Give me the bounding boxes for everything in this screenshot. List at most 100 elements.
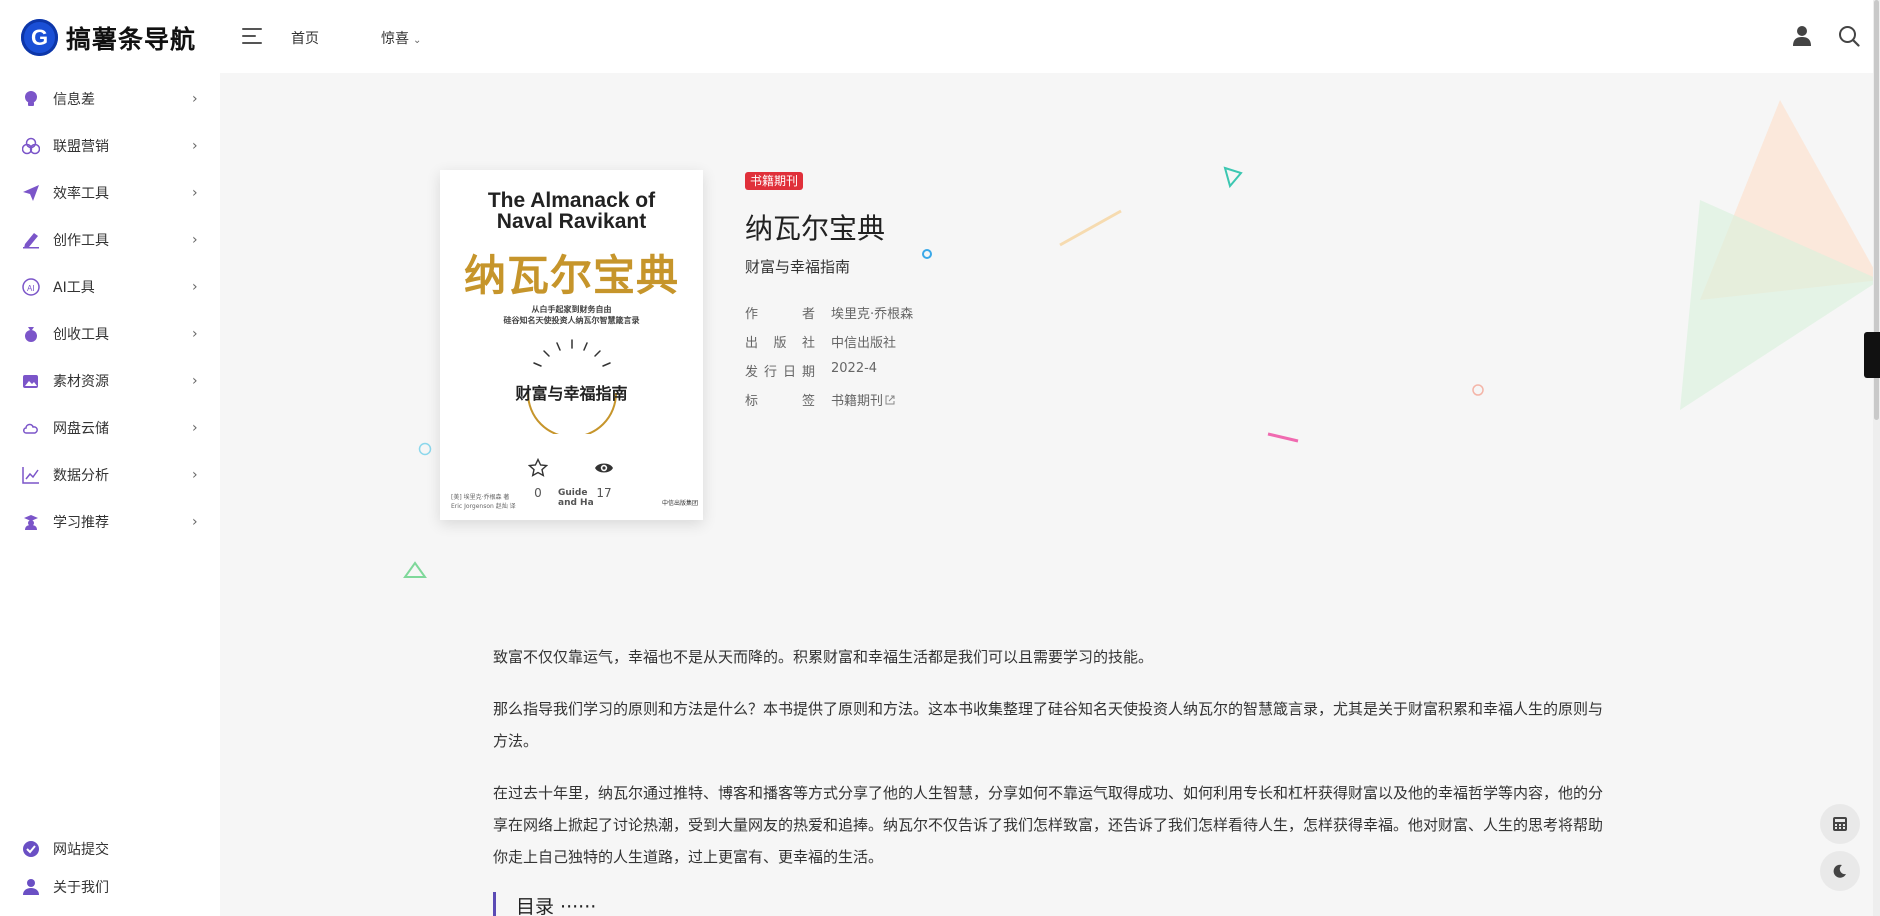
site-logo[interactable]: G 搞薯条导航 xyxy=(21,19,196,56)
book-subtitle: 财富与幸福指南 xyxy=(745,258,851,276)
sidebar-item-ai-tools[interactable]: AI AI工具 › xyxy=(0,267,220,307)
decorative-circle xyxy=(1472,384,1484,396)
moon-icon xyxy=(1833,864,1846,878)
sidebar-item-label: 数据分析 xyxy=(53,468,109,484)
meta-value: 中信出版社 xyxy=(831,336,897,351)
cover-author-line: [美] 埃里克·乔根森 著 Eric Jorgenson 赵灿 译 xyxy=(451,492,516,510)
cover-author-cn: [美] 埃里克·乔根森 著 xyxy=(451,494,510,501)
description-paragraph: 那么指导我们学习的原则和方法是什么？本书提供了原则和方法。这本书收集整理了硅谷知… xyxy=(493,700,1604,750)
meta-value: 埃里克·乔根森 xyxy=(831,307,914,322)
chevron-right-icon: › xyxy=(192,373,198,389)
sidebar-item-label: 联盟营销 xyxy=(53,139,109,155)
user-icon[interactable] xyxy=(1792,25,1812,47)
nav-surprise-label: 惊喜 xyxy=(381,31,409,47)
cover-tagline-2: 硅谷知名天使投资人纳瓦尔智慧箴言录 xyxy=(503,316,640,325)
cover-tagline-1: 从白手起家到财务自由 xyxy=(531,305,612,314)
sidebar-item-label: 素材资源 xyxy=(53,374,109,390)
sidebar-item-label: 网盘云储 xyxy=(53,421,109,437)
chevron-right-icon: › xyxy=(192,138,198,154)
lightbulb-icon xyxy=(25,91,37,106)
like-button[interactable]: 0 xyxy=(515,457,561,512)
side-panel-tab[interactable] xyxy=(1864,332,1880,378)
paper-plane-icon xyxy=(23,185,39,201)
chevron-right-icon: › xyxy=(192,514,198,530)
star-icon xyxy=(527,457,549,477)
menu-toggle-icon[interactable] xyxy=(242,28,262,46)
sidebar-item-cloud-storage[interactable]: 网盘云储 › xyxy=(0,408,220,448)
sidebar-item-materials[interactable]: 素材资源 › xyxy=(0,361,220,401)
ai-icon: AI xyxy=(22,278,40,296)
description-paragraph: 在过去十年里，纳瓦尔通过推特、博客和播客等方式分享了他的人生智慧，分享如何不靠运… xyxy=(493,784,1604,866)
sidebar-item-label: 创作工具 xyxy=(53,233,109,249)
sidebar-item-label: 效率工具 xyxy=(53,186,109,202)
cover-chinese-title: 纳瓦尔宝典 xyxy=(463,251,679,300)
user-icon xyxy=(23,879,39,895)
like-count: 0 xyxy=(534,486,542,500)
sidebar-item-data-analysis[interactable]: 数据分析 › xyxy=(0,455,220,495)
book-cover: The Almanack of Naval Ravikant 纳瓦尔宝典 从白手… xyxy=(440,170,703,520)
cover-publisher: 中信出版集团 xyxy=(662,500,699,507)
sidebar-item-efficiency[interactable]: 效率工具 › xyxy=(0,173,220,213)
student-icon xyxy=(24,515,38,530)
cover-chinese-subtitle: 财富与幸福指南 xyxy=(515,384,628,403)
description-paragraph: 致富不仅仅靠运气，幸福也不是从天而降的。积累财富和幸福生活都是我们可以且需要学习… xyxy=(493,648,1154,666)
dark-mode-button[interactable] xyxy=(1820,851,1860,891)
sidebar-item-learning[interactable]: 学习推荐 › xyxy=(0,502,220,542)
meta-tag-label: 书籍期刊 xyxy=(831,394,884,409)
logo-icon: G xyxy=(21,19,58,56)
nav-surprise-dropdown[interactable]: 惊喜 ⌄ xyxy=(381,28,421,48)
chevron-right-icon: › xyxy=(192,232,198,248)
external-link-icon xyxy=(885,395,895,405)
decorative-circle xyxy=(418,442,432,456)
sidebar-about-us[interactable]: 关于我们 xyxy=(0,867,220,907)
sidebar-item-affiliate[interactable]: 联盟营销 › xyxy=(0,126,220,166)
category-badge[interactable]: 书籍期刊 xyxy=(745,172,804,190)
chevron-right-icon: › xyxy=(192,420,198,436)
sidebar-item-label: 信息差 xyxy=(53,92,95,108)
meta-key: 作者 xyxy=(745,307,815,322)
top-header: G 搞薯条导航 首页 惊喜 ⌄ xyxy=(0,0,1880,73)
cover-author-en: Eric Jorgenson 赵灿 译 xyxy=(451,503,516,510)
view-counter: 17 xyxy=(581,458,627,512)
decorative-triangle xyxy=(403,561,427,578)
check-circle-icon xyxy=(23,841,39,857)
eye-icon xyxy=(595,463,613,473)
pen-icon xyxy=(23,233,39,249)
calculator-button[interactable] xyxy=(1820,804,1860,844)
chevron-right-icon: › xyxy=(192,185,198,201)
meta-key: 出版社 xyxy=(745,336,815,351)
toc-heading: 目录 ······ xyxy=(493,892,693,916)
decorative-triangles xyxy=(1680,100,1880,410)
meta-key: 发行日期 xyxy=(745,365,815,380)
meta-value: 2022-4 xyxy=(831,361,878,376)
calculator-icon xyxy=(1833,817,1847,831)
nav-home-link[interactable]: 首页 xyxy=(291,28,319,48)
view-count: 17 xyxy=(596,486,612,500)
sidebar-item-label: 网站提交 xyxy=(53,842,109,858)
sidebar-item-info-gap[interactable]: 信息差 › xyxy=(0,79,220,119)
sidebar-item-label: 关于我们 xyxy=(53,880,109,896)
chevron-right-icon: › xyxy=(192,279,198,295)
meta-key: 标签 xyxy=(745,394,815,409)
sidebar-item-label: 创收工具 xyxy=(53,327,109,343)
decorative-line xyxy=(1267,432,1299,443)
svg-text:AI: AI xyxy=(27,284,35,293)
sidebar-item-income[interactable]: 创收工具 › xyxy=(0,314,220,354)
sidebar-item-label: AI工具 xyxy=(53,280,95,296)
chart-icon xyxy=(22,467,39,484)
chevron-right-icon: › xyxy=(192,467,198,483)
circles-icon xyxy=(22,137,40,155)
cover-english-title-line2: Naval Ravikant xyxy=(496,210,647,233)
sidebar-item-label: 学习推荐 xyxy=(53,515,109,531)
search-icon[interactable] xyxy=(1838,25,1860,47)
sidebar-submit-site[interactable]: 网站提交 xyxy=(0,829,220,869)
chevron-right-icon: › xyxy=(192,91,198,107)
decorative-triangle xyxy=(1223,166,1243,189)
decorative-circle xyxy=(922,249,932,259)
meta-tag-link[interactable]: 书籍期刊 xyxy=(831,390,895,409)
money-bag-icon xyxy=(25,327,37,342)
decorative-line xyxy=(1059,209,1122,247)
sidebar-item-creation[interactable]: 创作工具 › xyxy=(0,220,220,260)
book-title: 纳瓦尔宝典 xyxy=(745,212,886,245)
cloud-icon xyxy=(23,423,38,434)
